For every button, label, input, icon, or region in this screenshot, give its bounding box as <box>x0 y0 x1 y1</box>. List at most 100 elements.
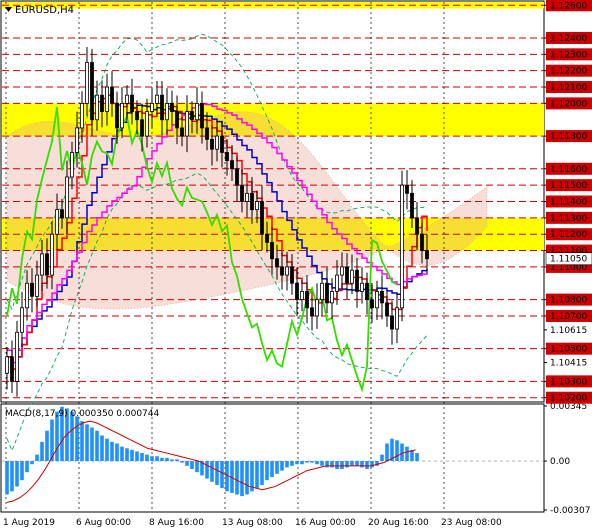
candle-body <box>230 160 234 170</box>
time-label: 16 Aug 00:00 <box>295 518 356 528</box>
candle-body <box>330 291 334 304</box>
last-price-label: 1.11050 <box>550 255 587 265</box>
candle-body <box>370 299 374 309</box>
candle-body <box>295 282 299 301</box>
candle-body <box>95 94 99 121</box>
macd-bar <box>305 461 309 463</box>
candle-body <box>345 266 349 284</box>
candle-body <box>350 269 354 284</box>
candle-body <box>90 62 94 121</box>
candle-body <box>175 111 179 129</box>
candle-body <box>30 282 34 297</box>
price-label: 1.11600 <box>550 165 587 175</box>
macd-bar <box>205 461 209 479</box>
price-label: 1.12000 <box>550 99 587 109</box>
macd-bar <box>380 454 384 462</box>
price-label: 1.12400 <box>550 34 587 44</box>
candle-body <box>250 192 254 211</box>
macd-bar <box>395 440 399 462</box>
macd-bar <box>30 461 34 465</box>
candle-body <box>390 315 394 330</box>
macd-bar <box>260 461 264 485</box>
candle-body <box>395 307 399 330</box>
candle-body <box>25 282 29 309</box>
macd-bar <box>385 443 389 462</box>
price-label: 1.11500 <box>550 181 587 191</box>
macd-bar <box>120 446 124 462</box>
price-label: 1.11400 <box>550 198 587 208</box>
candle-body <box>375 291 379 309</box>
candle-body <box>285 266 289 276</box>
candle-body <box>210 138 214 150</box>
macd-bar <box>365 461 369 470</box>
candle-body <box>195 102 199 121</box>
candle-body <box>335 274 339 292</box>
candle-body <box>245 192 249 202</box>
candle-body <box>5 356 9 374</box>
macd-bar <box>145 454 149 462</box>
candle-body <box>235 168 239 186</box>
price-label: 1.10200 <box>550 394 587 404</box>
macd-bar <box>35 454 39 462</box>
candle-body <box>165 102 169 121</box>
macd-bar <box>15 461 19 487</box>
macd-bar <box>255 461 259 489</box>
candle-body <box>35 274 39 297</box>
candle-body <box>290 266 294 284</box>
candle-body <box>105 86 109 112</box>
candle-body <box>240 184 244 202</box>
macd-bar <box>350 461 354 466</box>
candle-body <box>400 184 404 309</box>
macd-bar <box>190 461 194 470</box>
macd-bar <box>310 461 314 463</box>
candle-body <box>360 282 364 292</box>
macd-bar <box>340 461 344 470</box>
candle-body <box>130 94 134 112</box>
candle-body <box>305 291 309 309</box>
macd-tick-label: -0.00307 <box>550 506 590 516</box>
candle-body <box>280 266 284 276</box>
time-label: 13 Aug 08:00 <box>222 518 283 528</box>
candle-body <box>255 201 259 211</box>
macd-bar <box>335 461 339 470</box>
macd-bar <box>315 461 319 465</box>
candle-body <box>70 152 74 178</box>
macd-bar <box>415 453 419 462</box>
macd-bar <box>285 461 289 468</box>
macd-bar <box>220 461 224 489</box>
price-label: 1.10500 <box>550 345 587 355</box>
price-label: 1.12600 <box>550 1 587 11</box>
price-label: 1.12200 <box>550 67 587 77</box>
candle-body <box>140 119 144 137</box>
macd-bar <box>240 461 244 497</box>
candle-body <box>220 135 224 153</box>
candle-body <box>320 282 324 301</box>
symbol-label: EURUSD,H4 <box>15 5 74 16</box>
macd-bar <box>55 411 59 462</box>
macd-bar <box>130 449 134 462</box>
macd-bar <box>320 461 324 466</box>
candle-body <box>310 307 314 317</box>
time-label: 23 Aug 08:00 <box>441 518 502 528</box>
macd-bar <box>135 451 139 462</box>
price-label: 1.10300 <box>550 377 587 387</box>
price-label: 1.10800 <box>550 296 587 306</box>
candle-body <box>115 102 119 129</box>
candle-body <box>180 127 184 137</box>
candle-body <box>75 127 79 153</box>
candle-body <box>65 176 69 219</box>
macd-bar <box>10 461 14 492</box>
macd-bar <box>45 430 49 462</box>
price-label: 1.12100 <box>550 83 587 93</box>
candle-body <box>200 102 204 129</box>
macd-bar <box>5 461 9 495</box>
macd-bar <box>360 461 364 468</box>
candle-body <box>50 233 54 276</box>
macd-bar <box>400 443 404 462</box>
candle-body <box>135 111 139 121</box>
candle-body <box>355 269 359 292</box>
candle-body <box>205 127 209 140</box>
macd-bar <box>215 461 219 485</box>
candle-body <box>80 102 84 129</box>
macd-bar <box>210 461 214 482</box>
